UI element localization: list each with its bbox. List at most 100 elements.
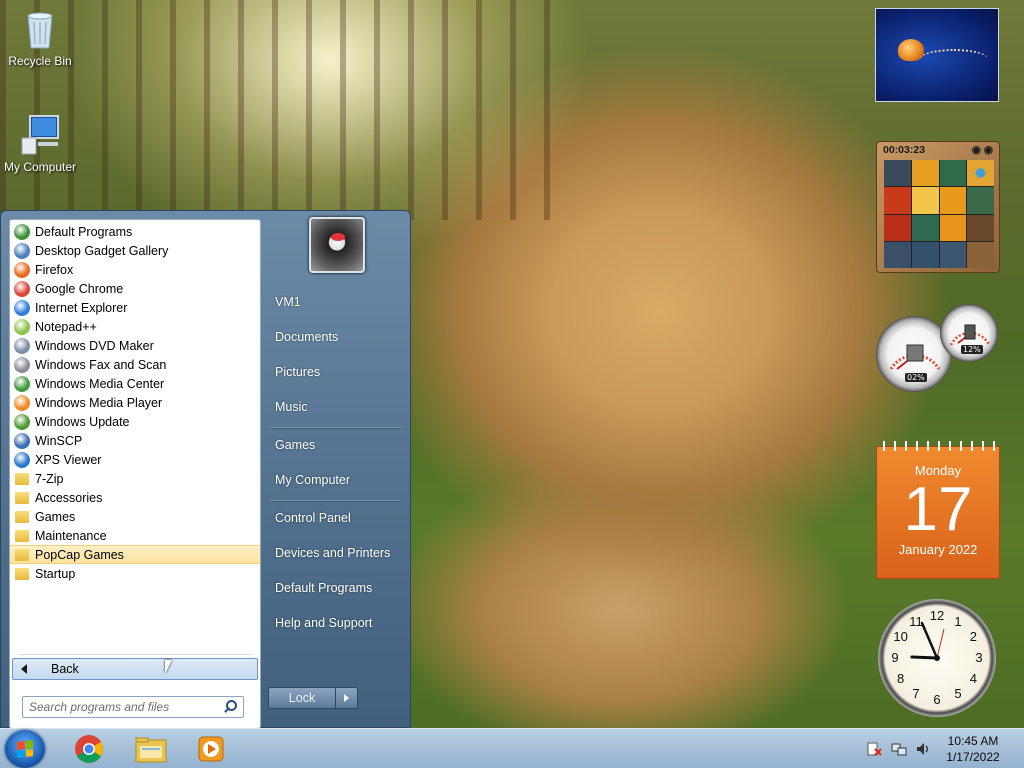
program-item[interactable]: Internet Explorer <box>10 298 260 317</box>
back-button[interactable]: Back <box>12 658 258 680</box>
start-item-pictures[interactable]: Pictures <box>275 365 320 379</box>
media-player-icon <box>198 736 224 762</box>
user-avatar[interactable] <box>309 217 365 273</box>
taskbar-explorer-button[interactable] <box>124 731 178 767</box>
puzzle-tile[interactable] <box>911 160 939 187</box>
windows-update-icon <box>14 413 30 430</box>
dvd-maker-icon <box>14 337 30 354</box>
program-label: Games <box>35 509 76 524</box>
puzzle-tile[interactable] <box>967 187 994 214</box>
program-label: 7-Zip <box>35 471 64 486</box>
puzzle-tile[interactable] <box>939 241 967 268</box>
puzzle-tile[interactable] <box>911 187 939 214</box>
folder-icon <box>15 548 29 561</box>
program-item[interactable]: Windows Media Center <box>10 374 260 393</box>
clock-number: 1 <box>954 613 962 629</box>
desktop-icon-recycle-bin[interactable]: Recycle Bin <box>0 8 80 68</box>
slideshow-gadget[interactable] <box>875 8 999 102</box>
program-item[interactable]: Games <box>10 507 260 526</box>
program-label: Windows Update <box>35 414 130 429</box>
puzzle-timer: 00:03:23 <box>883 144 926 156</box>
folder-icon <box>15 472 29 485</box>
puzzle-grid[interactable] <box>884 160 994 268</box>
puzzle-tile[interactable] <box>911 214 939 241</box>
taskbar-date: 1/17/2022 <box>946 750 1000 764</box>
gadget-gallery-icon <box>14 242 30 259</box>
puzzle-tile[interactable] <box>911 241 939 268</box>
start-item-games[interactable]: Games <box>275 438 315 452</box>
clock-number: 9 <box>891 650 899 665</box>
action-center-icon[interactable] <box>866 741 882 757</box>
program-item[interactable]: 7-Zip <box>10 469 260 488</box>
start-button[interactable] <box>5 730 45 768</box>
program-item[interactable]: Startup <box>10 564 260 583</box>
network-icon[interactable] <box>891 741 907 757</box>
start-item-devices-printers[interactable]: Devices and Printers <box>275 546 390 560</box>
volume-icon[interactable] <box>915 741 931 757</box>
taskbar: 10:45 AM 1/17/2022 <box>0 728 1024 768</box>
lock-button[interactable]: Lock <box>268 687 336 709</box>
program-item[interactable]: Accessories <box>10 488 260 507</box>
clock-number: 8 <box>897 671 905 686</box>
desktop-icon-my-computer[interactable]: My Computer <box>0 114 80 174</box>
taskbar-clock[interactable]: 10:45 AM 1/17/2022 <box>940 733 1006 765</box>
puzzle-tile[interactable] <box>884 160 911 187</box>
media-center-icon <box>14 375 30 392</box>
program-item[interactable]: Default Programs <box>10 222 260 241</box>
search-icon[interactable] <box>221 698 239 716</box>
folder-icon <box>15 510 29 523</box>
puzzle-tile[interactable] <box>939 160 967 187</box>
program-item[interactable]: Desktop Gadget Gallery <box>10 241 260 260</box>
puzzle-tile[interactable] <box>884 214 911 241</box>
start-item-my-computer[interactable]: My Computer <box>275 473 350 487</box>
start-item-control-panel[interactable]: Control Panel <box>275 511 351 525</box>
xps-viewer-icon <box>14 451 30 468</box>
program-label: Maintenance <box>35 528 107 543</box>
program-item[interactable]: Windows DVD Maker <box>10 336 260 355</box>
taskbar-media-player-button[interactable] <box>184 731 238 767</box>
winscp-icon <box>14 432 30 449</box>
puzzle-tile[interactable] <box>884 187 911 214</box>
program-label: Google Chrome <box>35 281 124 296</box>
start-item-help-support[interactable]: Help and Support <box>275 616 372 630</box>
program-item[interactable]: Google Chrome <box>10 279 260 298</box>
taskbar-chrome-button[interactable] <box>62 731 116 767</box>
calendar-gadget[interactable]: Monday 17 January 2022 <box>876 441 1001 579</box>
puzzle-tile[interactable] <box>884 241 911 268</box>
clock-number: 10 <box>893 629 908 644</box>
puzzle-tile[interactable] <box>939 214 967 241</box>
shutdown-options-button[interactable] <box>336 687 358 709</box>
program-item[interactable]: Windows Fax and Scan <box>10 355 260 374</box>
cpu-percent: 02% <box>905 373 927 382</box>
program-label: WinSCP <box>35 433 83 448</box>
puzzle-tile[interactable] <box>967 214 994 241</box>
program-item[interactable]: PopCap Games <box>10 545 260 564</box>
recycle-bin-icon <box>20 8 60 50</box>
program-item[interactable]: Windows Media Player <box>10 393 260 412</box>
start-item-music[interactable]: Music <box>275 400 308 414</box>
puzzle-tile[interactable] <box>939 187 967 214</box>
program-list: Default Programs Desktop Gadget Gallery Fi… <box>10 220 260 583</box>
start-item-documents[interactable]: Documents <box>275 330 338 344</box>
puzzle-help-icon[interactable]: ◉ ◉ <box>972 144 993 156</box>
search-box[interactable] <box>22 696 244 718</box>
picture-puzzle-gadget[interactable]: 00:03:23 ◉ ◉ <box>876 141 1000 273</box>
program-item[interactable]: Maintenance <box>10 526 260 545</box>
puzzle-tile[interactable] <box>967 241 994 268</box>
program-item[interactable]: WinSCP <box>10 431 260 450</box>
clock-gadget[interactable]: 12 1 2 3 4 5 6 7 8 9 10 11 <box>876 597 1000 719</box>
divider <box>271 427 401 429</box>
program-item[interactable]: Windows Update <box>10 412 260 431</box>
program-item[interactable]: Notepad++ <box>10 317 260 336</box>
clock-number: 2 <box>969 629 977 644</box>
program-label: Accessories <box>35 490 103 505</box>
program-item[interactable]: XPS Viewer <box>10 450 260 469</box>
explorer-icon <box>135 737 167 763</box>
puzzle-tile[interactable] <box>967 160 994 187</box>
cpu-meter-gadget[interactable]: 02% 12% <box>874 302 1000 398</box>
start-item-default-programs[interactable]: Default Programs <box>275 581 372 595</box>
search-input[interactable] <box>29 698 221 716</box>
program-item[interactable]: Firefox <box>10 260 260 279</box>
start-item-user[interactable]: VM1 <box>275 295 301 309</box>
program-label: Firefox <box>35 262 74 277</box>
